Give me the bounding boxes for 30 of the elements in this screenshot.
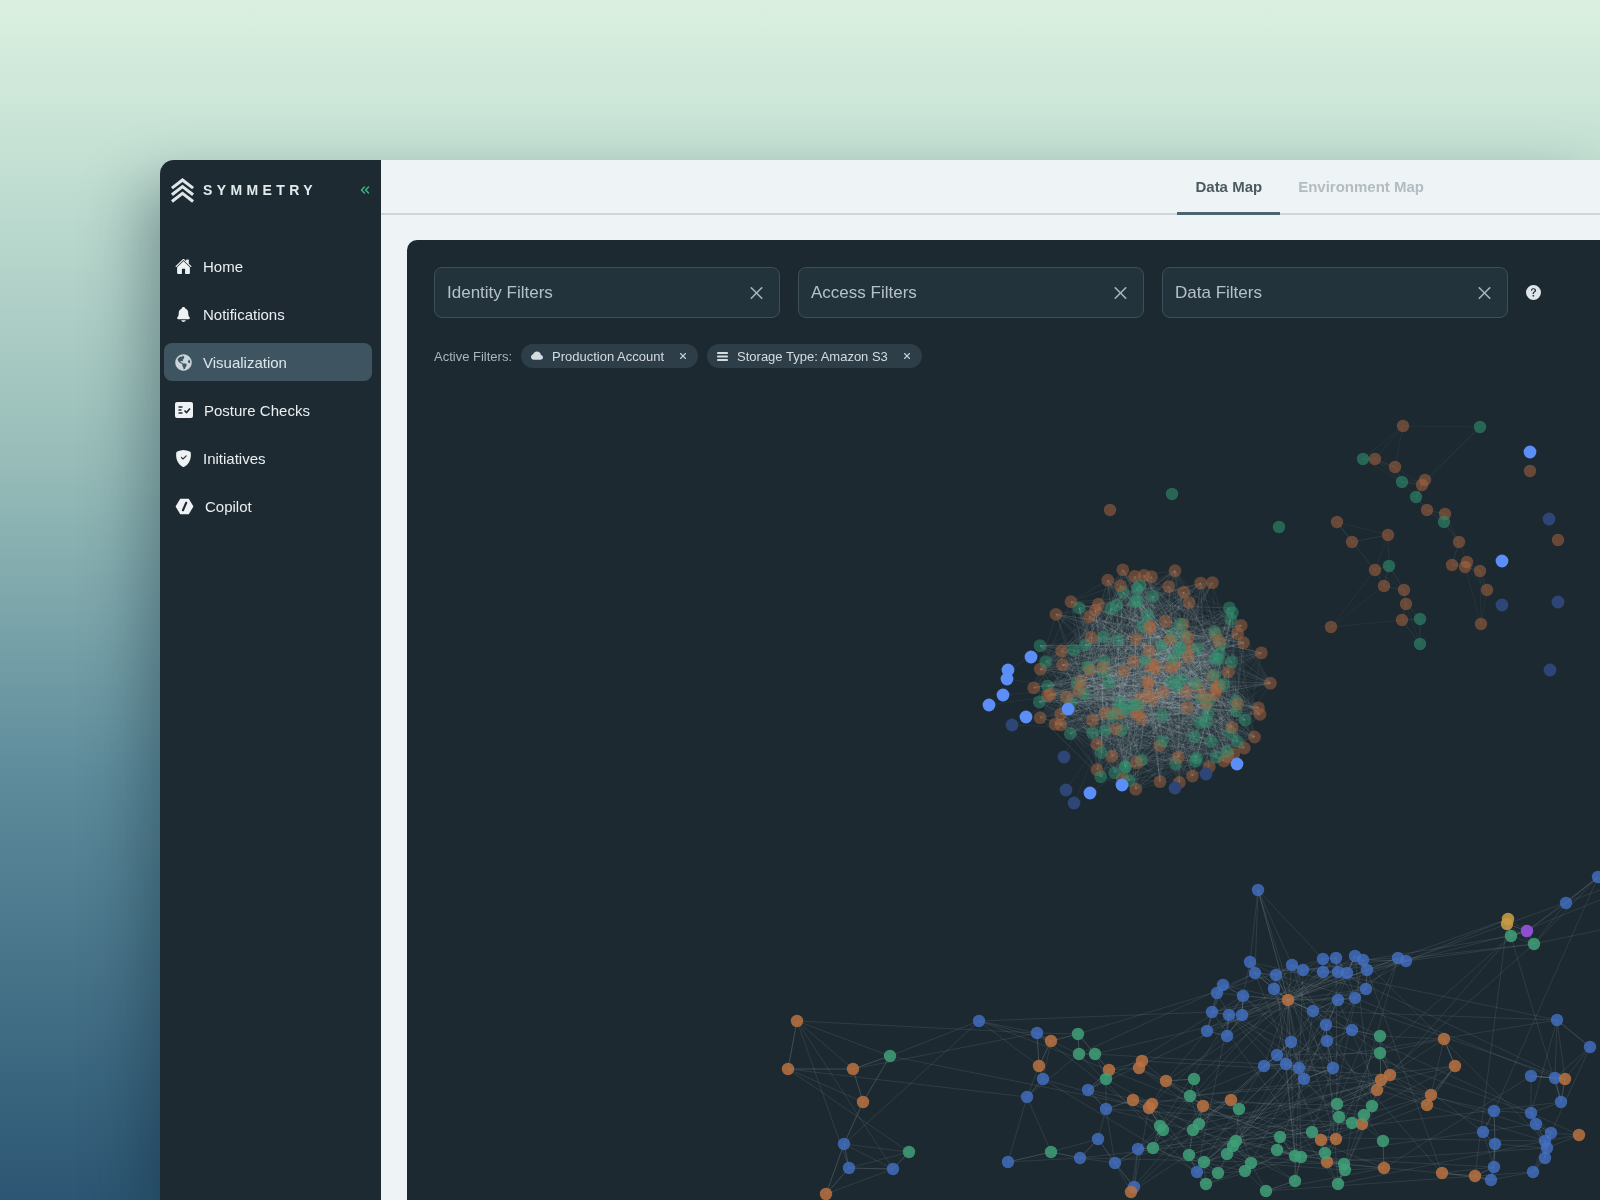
nav-item[interactable]: Posture Checks (164, 391, 372, 429)
remove-button[interactable] (901, 351, 912, 361)
filter-field[interactable]: Access Filters (798, 267, 1144, 318)
bell-icon (175, 305, 192, 323)
help-icon[interactable] (1526, 285, 1541, 300)
nav-item[interactable]: Visualization (164, 343, 372, 381)
filter-chip-label: Storage Type: Amazon S3 (737, 348, 888, 364)
hexagon-slash-icon (175, 497, 194, 515)
filter-field[interactable]: Identity Filters (434, 267, 780, 318)
nav-item[interactable]: Initiatives (164, 439, 372, 477)
close-icon (678, 351, 689, 361)
tab[interactable]: Data Map (1177, 160, 1281, 215)
list-icon (717, 351, 729, 361)
cloud-icon (531, 350, 543, 362)
collapse-button[interactable] (358, 183, 372, 197)
remove-button[interactable] (678, 351, 689, 361)
logo-icon (170, 176, 195, 204)
nav-item[interactable]: Copilot (164, 487, 372, 525)
brand-name: SYMMETRY (203, 182, 318, 198)
checklist-icon (175, 402, 193, 418)
nav-item[interactable]: Notifications (164, 295, 372, 333)
shield-check-icon (175, 449, 192, 467)
globe-icon (175, 353, 192, 371)
home-icon (175, 257, 192, 275)
chevrons-left-icon (358, 183, 372, 197)
filter-chip-label: Production Account (552, 348, 665, 364)
close-icon (901, 351, 912, 361)
filter-field[interactable]: Data Filters (1162, 267, 1508, 318)
active-filters-label: Active Filters: (434, 348, 512, 364)
nav-item[interactable]: Home (164, 247, 372, 285)
